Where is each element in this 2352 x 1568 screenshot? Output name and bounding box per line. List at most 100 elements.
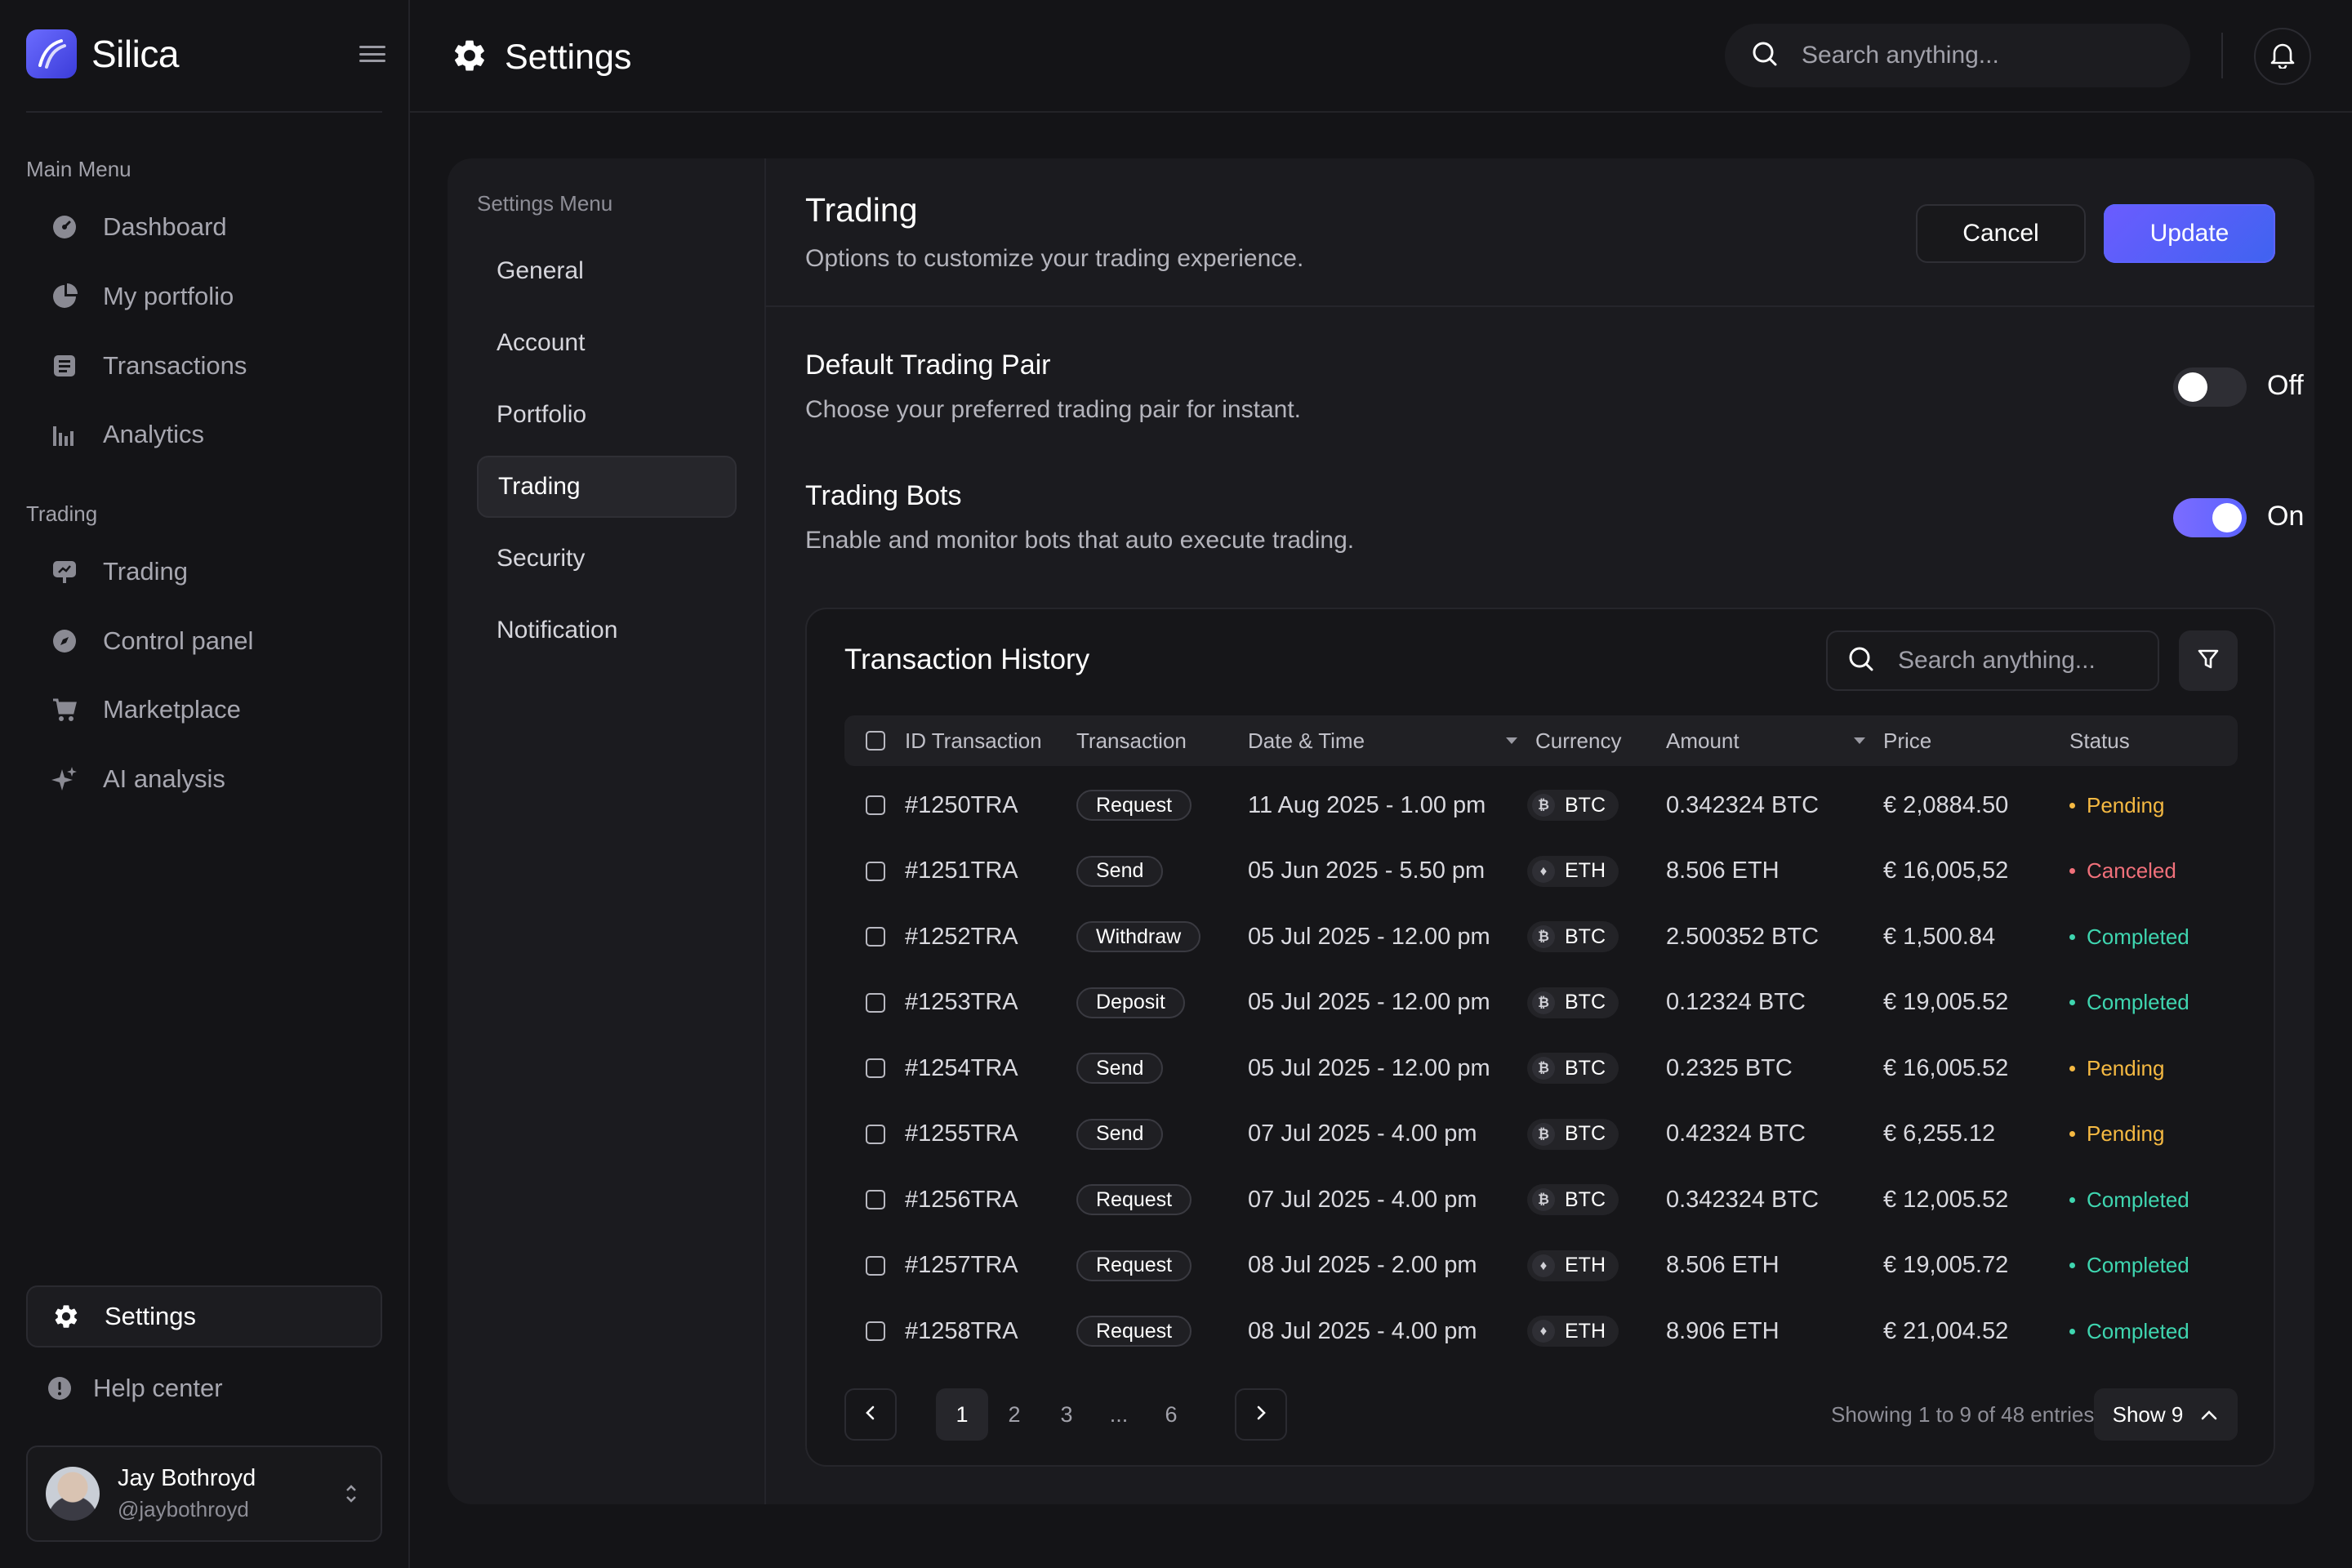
table-row[interactable]: #1250TRA Request 11 Aug 2025 - 1.00 pm ₿ BTC… bbox=[844, 773, 2238, 838]
row-checkbox[interactable] bbox=[866, 773, 885, 838]
sidebar-item-analytics[interactable]: Analytics bbox=[26, 403, 382, 466]
transaction-type: Request bbox=[1076, 1233, 1192, 1298]
table-row[interactable]: #1256TRA Request 07 Jul 2025 - 4.00 pm ₿ BTC… bbox=[844, 1167, 2238, 1232]
row-checkbox[interactable] bbox=[866, 970, 885, 1036]
currency-code: ETH bbox=[1565, 1319, 1606, 1343]
settings-tab-security[interactable]: Security bbox=[477, 528, 737, 590]
prev-page-button[interactable] bbox=[844, 1388, 897, 1441]
select-all-checkbox[interactable] bbox=[866, 715, 885, 766]
bitcoin-icon: ₿ bbox=[1532, 1188, 1555, 1211]
page-1-button[interactable]: 1 bbox=[936, 1388, 988, 1441]
sidebar-item-label: Trading bbox=[103, 557, 188, 586]
transaction-type: Request bbox=[1076, 773, 1192, 838]
transaction-datetime: 05 Jul 2025 - 12.00 pm bbox=[1248, 923, 1490, 950]
status-badge: Pending bbox=[2069, 773, 2164, 838]
default-trading-pair-toggle[interactable] bbox=[2173, 368, 2247, 407]
sort-caret-icon[interactable] bbox=[1844, 715, 1865, 766]
toggle-state-label: On bbox=[2267, 501, 2305, 532]
page-2-button[interactable]: 2 bbox=[988, 1388, 1040, 1441]
transaction-id: #1253TRA bbox=[905, 989, 1018, 1015]
table-row[interactable]: #1253TRA Deposit 05 Jul 2025 - 12.00 pm ₿ BT… bbox=[844, 970, 2238, 1036]
page-size-select[interactable]: Show 9 bbox=[2094, 1388, 2238, 1441]
column-date-time[interactable]: Date & Time bbox=[1248, 715, 1365, 766]
transaction-search-input[interactable] bbox=[1898, 647, 2159, 675]
table-row[interactable]: #1251TRA Send 05 Jun 2025 - 5.50 pm ♦ ETH 8.5… bbox=[844, 839, 2238, 904]
table-row[interactable]: #1257TRA Request 08 Jul 2025 - 2.00 pm ♦ ETH… bbox=[844, 1233, 2238, 1298]
menu-toggle-icon[interactable] bbox=[359, 44, 385, 64]
row-checkbox[interactable] bbox=[866, 839, 885, 904]
sort-caret-icon[interactable] bbox=[1496, 715, 1517, 766]
column-id: ID Transaction bbox=[905, 728, 1042, 753]
sidebar-item-ai-analysis[interactable]: AI analysis bbox=[26, 748, 382, 810]
column-amount-label: Amount bbox=[1666, 728, 1740, 753]
table-row[interactable]: #1254TRA Send 05 Jul 2025 - 12.00 pm ₿ BTC 0.… bbox=[844, 1036, 2238, 1101]
row-checkbox[interactable] bbox=[866, 1036, 885, 1101]
option-description: Enable and monitor bots that auto execut… bbox=[805, 527, 1355, 554]
table-row[interactable]: #1255TRA Send 07 Jul 2025 - 4.00 pm ₿ BTC 0.4… bbox=[844, 1102, 2238, 1167]
sidebar-item-marketplace[interactable]: Marketplace bbox=[26, 679, 382, 741]
transaction-id: #1257TRA bbox=[905, 1252, 1018, 1278]
row-checkbox[interactable] bbox=[866, 1167, 885, 1232]
user-name: Jay Bothroyd bbox=[118, 1465, 256, 1491]
settings-tab-portfolio[interactable]: Portfolio bbox=[477, 384, 737, 446]
sidebar-item-transactions[interactable]: Transactions bbox=[26, 335, 382, 397]
option-title: Default Trading Pair bbox=[805, 350, 1051, 381]
transaction-currency: ₿ BTC bbox=[1527, 1102, 1619, 1167]
trading-menu-heading: Trading bbox=[26, 501, 98, 526]
transaction-price: € 16,005,52 bbox=[1883, 858, 2009, 884]
column-status: Status bbox=[2069, 728, 2130, 753]
transaction-datetime: 05 Jul 2025 - 12.00 pm bbox=[1248, 989, 1490, 1015]
ethereum-icon: ♦ bbox=[1532, 1254, 1555, 1277]
global-search[interactable] bbox=[1725, 24, 2190, 87]
app-root: Silica Main Menu Dashboard My portfolio … bbox=[0, 0, 2352, 1568]
compass-icon bbox=[51, 627, 78, 655]
sidebar-item-help-center[interactable]: Help center bbox=[26, 1357, 382, 1419]
row-checkbox[interactable] bbox=[866, 1102, 885, 1167]
trading-bots-toggle[interactable] bbox=[2173, 498, 2247, 537]
sidebar-item-my-portfolio[interactable]: My portfolio bbox=[26, 265, 382, 327]
sidebar-item-trading[interactable]: Trading bbox=[26, 541, 382, 603]
gear-icon bbox=[451, 37, 488, 78]
header-divider bbox=[2221, 33, 2223, 78]
settings-tab-account[interactable]: Account bbox=[477, 312, 737, 374]
page-6-button[interactable]: 6 bbox=[1145, 1388, 1197, 1441]
sidebar-item-dashboard[interactable]: Dashboard bbox=[26, 196, 382, 258]
row-checkbox[interactable] bbox=[866, 1233, 885, 1298]
settings-panel: Settings Menu General Account Portfolio … bbox=[448, 158, 2314, 1504]
row-checkbox[interactable] bbox=[866, 904, 885, 969]
sidebar-item-settings[interactable]: Settings bbox=[26, 1285, 382, 1348]
settings-tab-notification[interactable]: Notification bbox=[477, 599, 737, 662]
page-3-button[interactable]: 3 bbox=[1040, 1388, 1093, 1441]
status-text: Canceled bbox=[2087, 858, 2176, 883]
column-amount[interactable]: Amount bbox=[1666, 715, 1740, 766]
filter-button[interactable] bbox=[2179, 630, 2238, 691]
next-page-button[interactable] bbox=[1235, 1388, 1287, 1441]
table-row[interactable]: #1258TRA Request 08 Jul 2025 - 4.00 pm ♦ ETH… bbox=[844, 1298, 2238, 1364]
sidebar-item-label: Help center bbox=[93, 1374, 223, 1402]
section-title: Trading bbox=[805, 191, 918, 229]
cart-icon bbox=[51, 696, 78, 724]
column-price: Price bbox=[1883, 728, 1932, 753]
transaction-amount: 0.342324 BTC bbox=[1666, 1186, 1820, 1213]
cancel-button[interactable]: Cancel bbox=[1916, 204, 2086, 263]
transaction-search[interactable] bbox=[1826, 630, 2159, 691]
transaction-datetime: 07 Jul 2025 - 4.00 pm bbox=[1248, 1186, 1477, 1213]
row-checkbox[interactable] bbox=[866, 1298, 885, 1364]
settings-tab-general[interactable]: General bbox=[477, 240, 737, 302]
brand-logo-icon bbox=[26, 29, 77, 78]
update-button[interactable]: Update bbox=[2104, 204, 2275, 263]
table-row[interactable]: #1252TRA Withdraw 05 Jul 2025 - 12.00 pm ₿ B… bbox=[844, 904, 2238, 969]
transaction-amount: 2.500352 BTC bbox=[1666, 923, 1820, 950]
settings-tab-trading[interactable]: Trading bbox=[477, 456, 737, 518]
transaction-type-pill: Request bbox=[1076, 790, 1192, 821]
status-badge: Canceled bbox=[2069, 839, 2176, 904]
user-profile-card[interactable]: Jay Bothroyd @jaybothroyd bbox=[26, 1446, 382, 1542]
search-icon bbox=[1847, 645, 1875, 677]
status-text: Pending bbox=[2087, 792, 2165, 817]
notifications-button[interactable] bbox=[2254, 28, 2311, 85]
global-search-input[interactable] bbox=[1802, 42, 2145, 69]
transaction-type-pill: Deposit bbox=[1076, 987, 1185, 1018]
pie-chart-icon bbox=[51, 283, 78, 310]
transaction-amount: 0.342324 BTC bbox=[1666, 791, 1820, 818]
sidebar-item-control-panel[interactable]: Control panel bbox=[26, 610, 382, 672]
